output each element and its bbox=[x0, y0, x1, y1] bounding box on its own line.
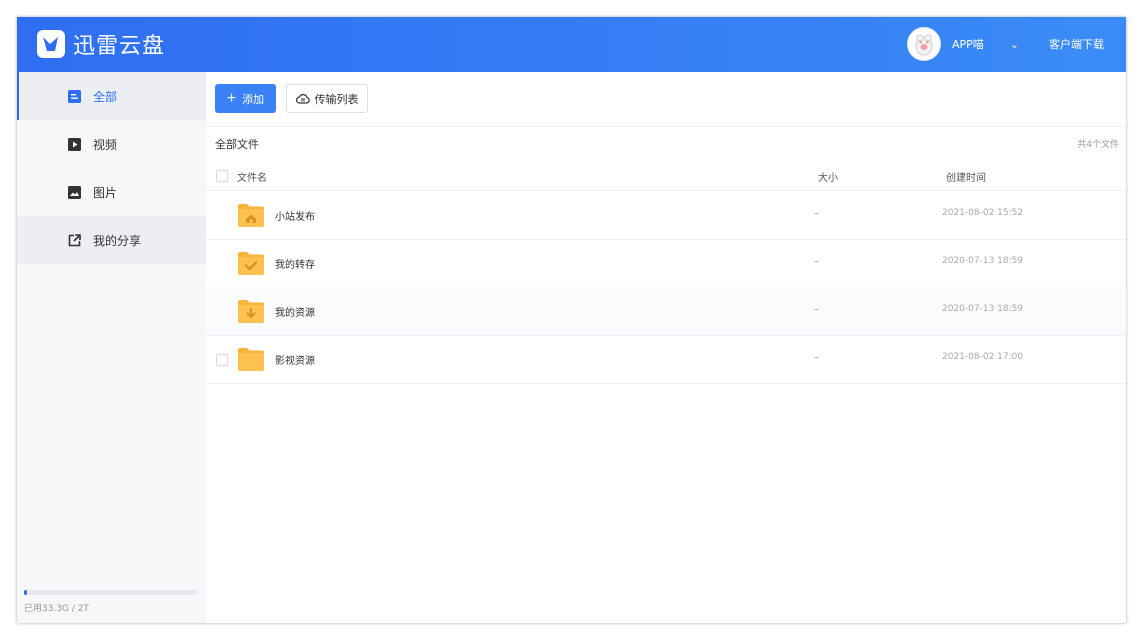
folder-download-icon bbox=[238, 300, 264, 323]
column-header-size[interactable]: 大小 bbox=[818, 169, 838, 184]
file-created-time: 2020-07-13 18:59 bbox=[942, 256, 1024, 266]
sidebar: 全部 视频 图片 我的分享 已用33.3G / 2T bbox=[17, 72, 206, 623]
row-checkbox[interactable] bbox=[216, 354, 228, 366]
table-row[interactable]: 我的转存 – 2020-07-13 18:59 bbox=[206, 239, 1126, 288]
file-count: 共4个文件 bbox=[1077, 140, 1119, 150]
file-created-time: 2021-08-02 17:00 bbox=[942, 352, 1024, 362]
folder-icon bbox=[238, 348, 264, 371]
table-row[interactable]: 小站发布 – 2021-08-02 15:52 bbox=[206, 191, 1126, 240]
file-size: – bbox=[814, 208, 819, 219]
storage-usage-text: 已用33.3G / 2T bbox=[24, 604, 89, 614]
sidebar-item-label: 图片 bbox=[93, 185, 118, 200]
table-header: 文件名 大小 创建时间 bbox=[206, 160, 1126, 191]
chevron-down-icon[interactable]: ⌄ bbox=[1010, 38, 1019, 51]
add-button[interactable]: + 添加 bbox=[215, 84, 276, 113]
avatar[interactable] bbox=[907, 27, 941, 61]
toolbar: + 添加 传输列表 bbox=[206, 72, 1126, 127]
file-name[interactable]: 影视资源 bbox=[275, 352, 315, 367]
cloud-transfer-icon bbox=[295, 93, 310, 105]
file-name[interactable]: 小站发布 bbox=[275, 208, 315, 223]
sidebar-item-images[interactable]: 图片 bbox=[17, 168, 206, 216]
logo[interactable]: 迅雷云盘 bbox=[37, 28, 165, 60]
file-created-time: 2020-07-13 18:59 bbox=[942, 304, 1024, 314]
client-download-link[interactable]: 客户端下载 bbox=[1049, 36, 1104, 52]
sidebar-item-video[interactable]: 视频 bbox=[17, 120, 206, 168]
brand-name: 迅雷云盘 bbox=[73, 34, 166, 59]
sidebar-item-share[interactable]: 我的分享 bbox=[17, 216, 206, 264]
sidebar-item-label: 全部 bbox=[93, 89, 118, 104]
username[interactable]: APP喵 bbox=[952, 36, 984, 52]
top-bar: 迅雷云盘 APP喵 ⌄ 客户端下载 bbox=[17, 17, 1126, 72]
select-all-checkbox[interactable] bbox=[216, 170, 228, 182]
logo-bird-icon bbox=[37, 30, 65, 58]
transfer-list-button[interactable]: 传输列表 bbox=[286, 84, 368, 113]
sidebar-item-label: 视频 bbox=[93, 137, 118, 152]
video-icon bbox=[67, 137, 81, 151]
transfer-list-label: 传输列表 bbox=[314, 93, 359, 106]
file-name[interactable]: 我的转存 bbox=[275, 256, 315, 271]
app-window: 迅雷云盘 APP喵 ⌄ 客户端下载 全部 视频 图片 我的分享 已用33.3G … bbox=[17, 17, 1126, 623]
file-created-time: 2021-08-02 15:52 bbox=[942, 208, 1024, 218]
file-browser: + 添加 传输列表 全部文件 共4个文件 文件名 大小 创建时间 小站发布 – … bbox=[206, 72, 1126, 623]
add-button-label: 添加 bbox=[242, 93, 265, 106]
file-size: – bbox=[814, 352, 819, 363]
storage-progress bbox=[24, 590, 197, 595]
folder-home-icon bbox=[238, 204, 264, 227]
storage-progress-fill bbox=[24, 590, 27, 595]
breadcrumb[interactable]: 全部文件 bbox=[215, 136, 259, 152]
sidebar-item-label: 我的分享 bbox=[93, 233, 142, 248]
column-header-name[interactable]: 文件名 bbox=[237, 169, 267, 184]
share-icon bbox=[67, 233, 81, 247]
folder-saved-icon bbox=[238, 252, 264, 275]
table-row[interactable]: 影视资源 – 2021-08-02 17:00 bbox=[206, 335, 1126, 384]
file-size: – bbox=[814, 256, 819, 267]
sidebar-item-all[interactable]: 全部 bbox=[17, 72, 206, 120]
plus-icon: + bbox=[226, 89, 237, 107]
file-size: – bbox=[814, 304, 819, 315]
user-menu[interactable]: APP喵 ⌄ bbox=[907, 27, 1019, 61]
table-row[interactable]: 我的资源 – 2020-07-13 18:59 bbox=[206, 287, 1126, 336]
file-name[interactable]: 我的资源 bbox=[275, 304, 315, 319]
list-icon bbox=[67, 89, 81, 103]
column-header-time[interactable]: 创建时间 bbox=[946, 169, 986, 184]
image-icon bbox=[67, 185, 81, 199]
